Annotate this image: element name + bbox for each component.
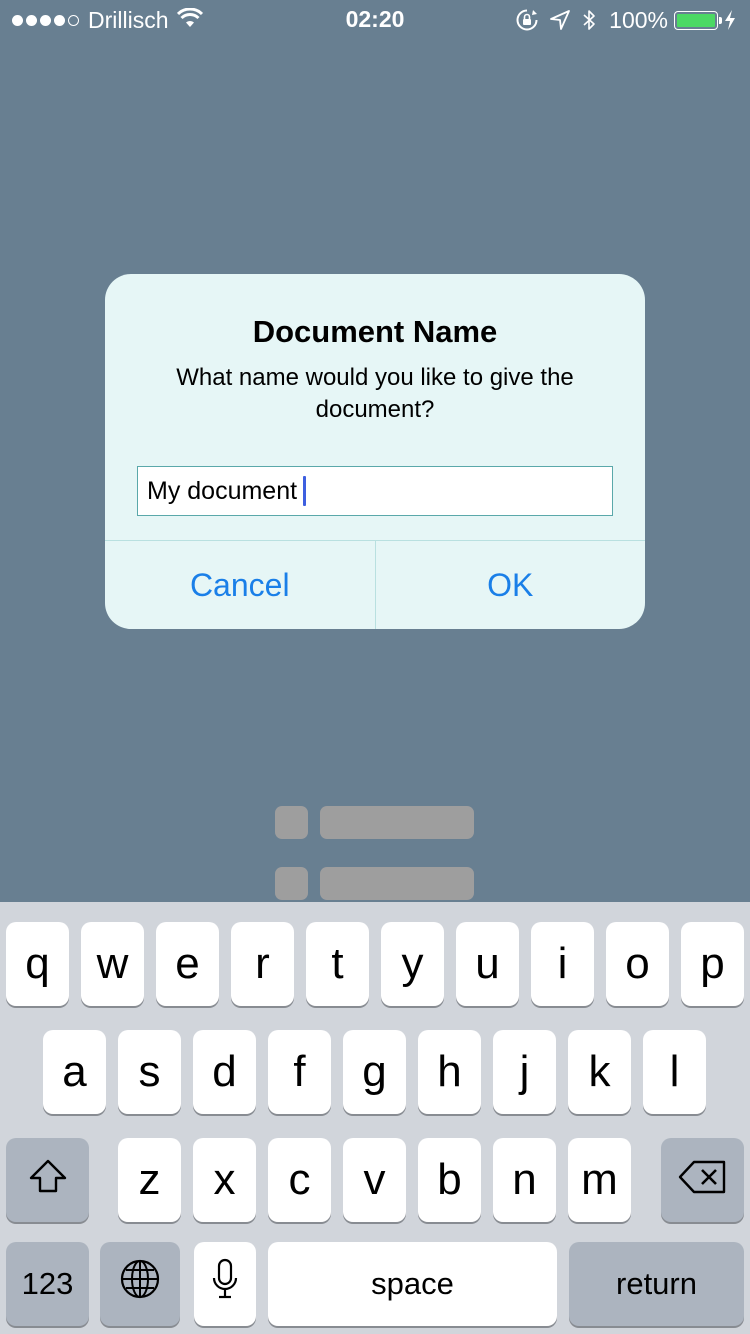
key-f[interactable]: f (268, 1030, 331, 1114)
location-arrow-icon (549, 9, 571, 31)
dialog-button-row: Cancel OK (105, 540, 645, 629)
key-t[interactable]: t (306, 922, 369, 1006)
key-k[interactable]: k (568, 1030, 631, 1114)
backspace-icon (678, 1155, 728, 1205)
document-name-input[interactable]: My document (137, 466, 613, 516)
list-item-icon-placeholder (275, 867, 308, 900)
ok-button[interactable]: OK (374, 541, 646, 629)
battery-percent: 100% (609, 6, 668, 33)
list-item-icon-placeholder (275, 806, 308, 839)
microphone-key[interactable] (194, 1242, 256, 1326)
globe-icon (119, 1258, 161, 1311)
key-q[interactable]: q (6, 922, 69, 1006)
document-name-value: My document (147, 476, 298, 505)
document-name-dialog: Document Name What name would you like t… (105, 274, 645, 629)
globe-key[interactable] (100, 1242, 180, 1326)
key-u[interactable]: u (456, 922, 519, 1006)
key-l[interactable]: l (643, 1030, 706, 1114)
battery-fill (677, 13, 715, 27)
dialog-message: What name would you like to give the doc… (176, 364, 574, 423)
key-h[interactable]: h (418, 1030, 481, 1114)
key-g[interactable]: g (343, 1030, 406, 1114)
key-v[interactable]: v (343, 1138, 406, 1222)
keyboard: qwertyuiop asdfghjkl zxcvbnm 123 space r… (0, 902, 750, 1334)
key-d[interactable]: d (193, 1030, 256, 1114)
key-o[interactable]: o (606, 922, 669, 1006)
list-item-text-placeholder (320, 867, 474, 900)
list-item-text-placeholder (320, 806, 474, 839)
cancel-button[interactable]: Cancel (105, 541, 375, 629)
charging-bolt-icon (724, 10, 736, 30)
shift-icon (28, 1155, 68, 1205)
battery-icon (674, 10, 722, 30)
battery-tip (719, 16, 722, 24)
bluetooth-icon (581, 8, 597, 32)
return-key[interactable]: return (569, 1242, 744, 1326)
key-a[interactable]: a (43, 1030, 106, 1114)
text-caret (303, 476, 307, 506)
key-i[interactable]: i (531, 922, 594, 1006)
key-y[interactable]: y (381, 922, 444, 1006)
key-j[interactable]: j (493, 1030, 556, 1114)
backspace-key[interactable] (661, 1138, 744, 1222)
space-key[interactable]: space (268, 1242, 557, 1326)
key-m[interactable]: m (568, 1138, 631, 1222)
microphone-icon (211, 1258, 239, 1311)
key-s[interactable]: s (118, 1030, 181, 1114)
key-c[interactable]: c (268, 1138, 331, 1222)
key-n[interactable]: n (493, 1138, 556, 1222)
key-x[interactable]: x (193, 1138, 256, 1222)
key-b[interactable]: b (418, 1138, 481, 1222)
key-e[interactable]: e (156, 922, 219, 1006)
orientation-lock-icon (515, 8, 539, 32)
key-p[interactable]: p (681, 922, 744, 1006)
shift-key[interactable] (6, 1138, 89, 1222)
key-w[interactable]: w (81, 922, 144, 1006)
key-r[interactable]: r (231, 922, 294, 1006)
dialog-title: Document Name (252, 314, 498, 349)
status-bar: Drillisch 02:20 100% (0, 0, 750, 40)
key-z[interactable]: z (118, 1138, 181, 1222)
numbers-key[interactable]: 123 (6, 1242, 89, 1326)
